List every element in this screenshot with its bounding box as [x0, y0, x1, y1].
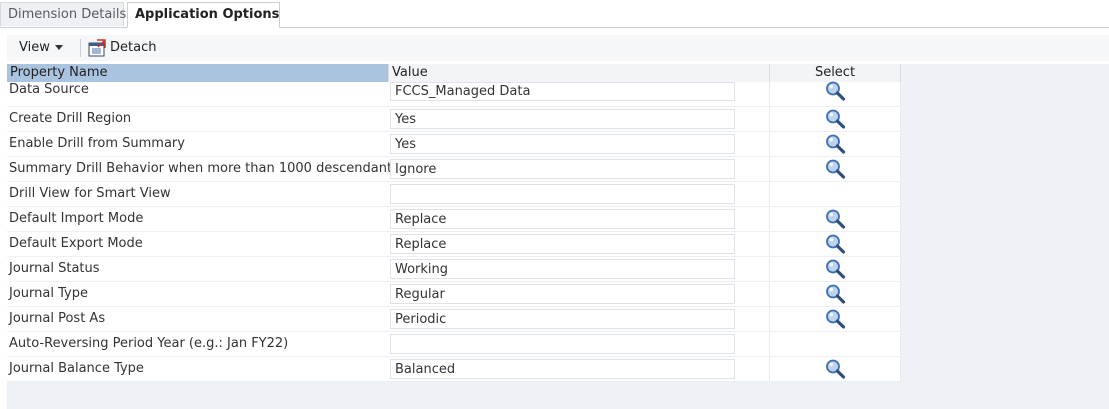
property-value-input[interactable] — [390, 259, 735, 279]
column-header-select[interactable]: Select — [769, 64, 901, 82]
select-cell — [769, 107, 901, 131]
property-name: Journal Balance Type — [9, 361, 144, 376]
detach-button[interactable]: Detach — [88, 38, 156, 58]
table-row: Enable Drill from Summary — [7, 132, 901, 157]
chevron-down-icon — [54, 45, 63, 50]
table-row: Summary Drill Behavior when more than 10… — [7, 157, 901, 182]
select-cell — [769, 282, 901, 306]
search-icon[interactable] — [825, 209, 847, 229]
property-value-input[interactable] — [390, 234, 735, 254]
detach-icon — [88, 38, 106, 56]
property-name: Default Export Mode — [9, 236, 143, 251]
toolbar-separator — [80, 39, 81, 57]
search-icon[interactable] — [825, 134, 847, 154]
select-cell — [769, 81, 901, 106]
property-value-input[interactable] — [390, 334, 735, 354]
search-icon[interactable] — [825, 359, 847, 379]
table-row: Journal Post As — [7, 307, 901, 332]
property-value-input[interactable] — [390, 109, 735, 129]
table-row: Journal Status — [7, 257, 901, 282]
search-icon[interactable] — [825, 234, 847, 254]
select-cell — [769, 357, 901, 381]
tab-dimension-details[interactable]: Dimension Details — [0, 2, 126, 26]
property-name: Journal Status — [9, 261, 100, 276]
property-value-input[interactable] — [390, 134, 735, 154]
property-name: Enable Drill from Summary — [9, 136, 185, 151]
search-icon[interactable] — [825, 259, 847, 279]
property-name: Drill View for Smart View — [9, 186, 171, 201]
property-value-input[interactable] — [390, 359, 735, 379]
select-cell — [769, 182, 901, 206]
search-icon[interactable] — [825, 309, 847, 329]
table-row: Data Source — [7, 81, 901, 107]
select-cell — [769, 232, 901, 256]
tab-bar: Dimension Details Application Options — [0, 0, 1109, 28]
select-cell — [769, 307, 901, 331]
view-menu-button[interactable]: View — [19, 39, 63, 57]
select-cell — [769, 257, 901, 281]
properties-grid: Property Name Value Select Data Source Cr… — [7, 64, 1109, 409]
table-body: Data Source Create Drill Region Enable Dri… — [7, 81, 901, 382]
property-name: Default Import Mode — [9, 211, 144, 226]
detach-label: Detach — [110, 40, 157, 55]
table-row: Auto-Reversing Period Year (e.g.: Jan FY… — [7, 332, 901, 357]
property-value-input[interactable] — [390, 284, 735, 304]
property-value-input[interactable] — [390, 184, 735, 204]
property-name: Auto-Reversing Period Year (e.g.: Jan FY… — [9, 336, 289, 351]
view-menu-label: View — [19, 40, 50, 55]
table-row: Default Export Mode — [7, 232, 901, 257]
table-row: Journal Type — [7, 282, 901, 307]
select-cell — [769, 132, 901, 156]
property-name: Data Source — [9, 82, 89, 97]
search-icon[interactable] — [825, 284, 847, 304]
column-header-property-name[interactable]: Property Name — [7, 64, 388, 82]
property-name: Create Drill Region — [9, 111, 132, 126]
toolbar: View Detach — [7, 35, 1109, 61]
table-row: Default Import Mode — [7, 207, 901, 232]
property-name: Journal Post As — [9, 311, 106, 326]
property-name: Summary Drill Behavior when more than 10… — [9, 161, 399, 176]
column-header-value[interactable]: Value — [388, 64, 769, 82]
tab-application-options[interactable]: Application Options — [127, 2, 280, 28]
select-cell — [769, 332, 901, 356]
select-cell — [769, 207, 901, 231]
search-icon[interactable] — [825, 159, 847, 179]
table-row: Create Drill Region — [7, 107, 901, 132]
table-row: Drill View for Smart View — [7, 182, 901, 207]
search-icon[interactable] — [825, 109, 847, 129]
property-value-input[interactable] — [390, 209, 735, 229]
property-value-input[interactable] — [390, 159, 735, 179]
property-name: Journal Type — [9, 286, 88, 301]
search-icon[interactable] — [825, 81, 847, 101]
property-value-input[interactable] — [390, 309, 735, 329]
table-row: Journal Balance Type — [7, 357, 901, 382]
property-value-input[interactable] — [390, 82, 735, 101]
select-cell — [769, 157, 901, 181]
